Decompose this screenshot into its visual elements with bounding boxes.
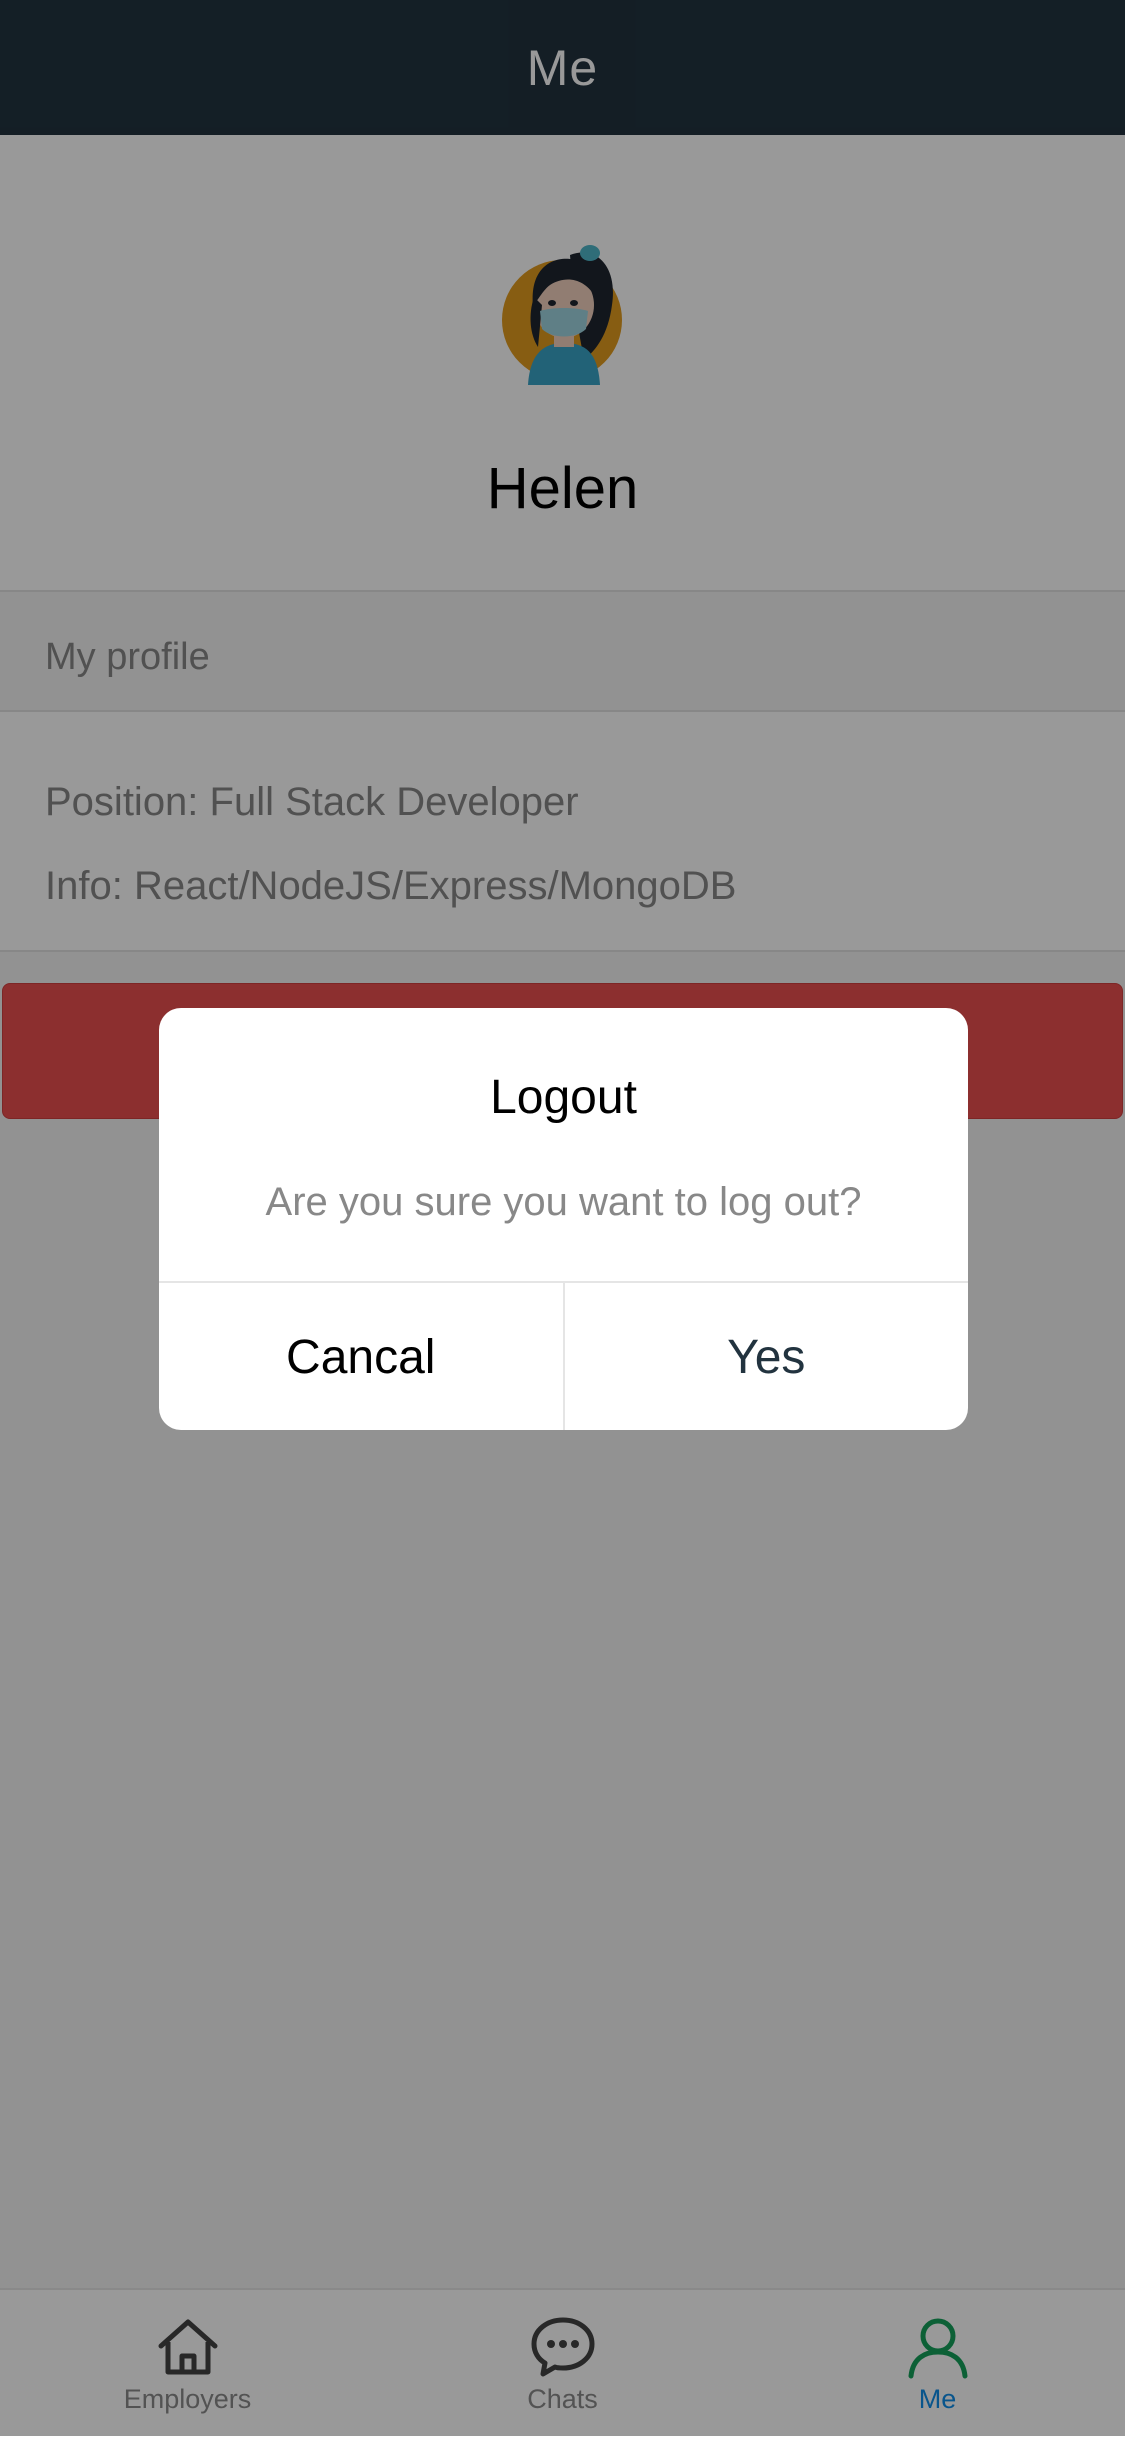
confirm-button[interactable]: Yes — [565, 1283, 969, 1430]
dialog-title: Logout — [490, 1071, 637, 1124]
cancel-button[interactable]: Cancal — [159, 1283, 565, 1430]
dialog-message: Are you sure you want to log out? — [265, 1180, 862, 1224]
logout-dialog: Logout Are you sure you want to log out?… — [159, 1008, 968, 1430]
dialog-actions: Cancal Yes — [159, 1281, 968, 1430]
